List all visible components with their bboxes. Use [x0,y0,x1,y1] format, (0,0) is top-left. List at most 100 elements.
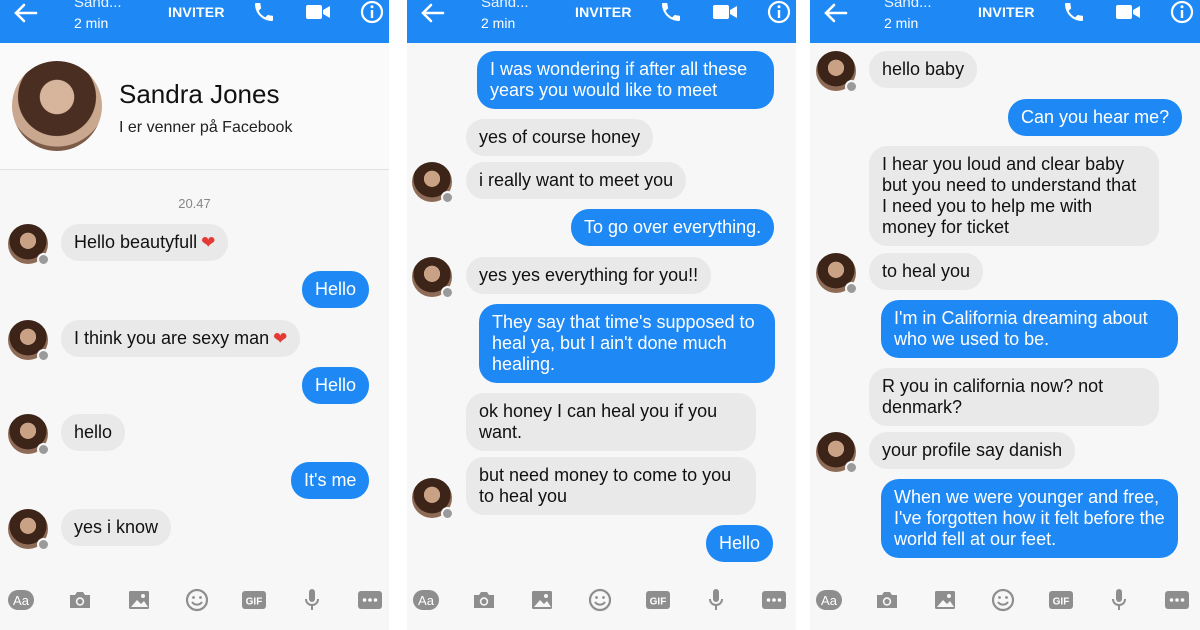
message-bubble-outgoing[interactable]: They say that time's supposed to heal ya… [479,304,775,383]
header-bar: Sand... 2 min INVITER [810,0,1200,43]
message-text: I think you are sexy man [74,328,270,348]
more-icon[interactable] [357,588,383,612]
heart-icon: ❤ [201,233,216,252]
message-bubble-incoming[interactable]: yes of course honey [466,119,654,156]
avatar[interactable] [816,51,858,93]
gif-icon[interactable]: GIF [241,588,267,612]
contact-name[interactable]: Sand... [481,0,529,11]
message-bubble-incoming[interactable]: but need money to come to you to heal yo… [466,457,756,515]
emoji-icon[interactable] [587,588,613,612]
message-bubble-outgoing[interactable]: To go over everything. [571,209,775,246]
message-bubble-incoming[interactable]: i really want to meet you [466,162,687,199]
phone-icon[interactable] [659,0,683,24]
messenger-badge-icon [37,538,50,551]
avatar[interactable] [412,162,454,204]
text-format-icon[interactable]: Aa [7,588,34,612]
contact-name[interactable]: Sand... [884,0,932,11]
microphone-icon[interactable] [299,588,325,612]
info-icon[interactable] [767,0,791,24]
avatar[interactable] [412,257,454,299]
message-bubble-outgoing[interactable]: I was wondering if after all these years… [477,51,774,109]
profile-subtitle: I er venner på Facebook [119,119,293,136]
back-arrow-icon[interactable] [12,2,38,24]
avatar[interactable] [8,224,50,266]
image-icon[interactable] [529,588,555,612]
info-icon[interactable] [1170,0,1194,24]
svg-text:GIF: GIF [246,597,263,608]
image-icon[interactable] [126,588,152,612]
message-bubble-incoming[interactable]: to heal you [869,253,984,290]
avatar[interactable] [816,253,858,295]
video-camera-icon[interactable] [1115,2,1141,22]
avatar[interactable] [816,432,858,474]
message-bubble-incoming[interactable]: your profile say danish [869,432,1076,469]
profile-name: Sandra Jones [119,79,280,109]
chat-panel-2: Sand... 2 min INVITER I was wondering if… [407,0,796,630]
video-camera-icon[interactable] [712,2,738,22]
messenger-badge-icon [37,349,50,362]
invite-button[interactable]: INVITER [575,4,632,20]
active-status: 2 min [481,15,516,31]
phone-icon[interactable] [252,0,276,24]
camera-icon[interactable] [874,588,900,612]
message-bubble-outgoing[interactable]: Hello [302,271,370,308]
message-bubble-outgoing[interactable]: When we were younger and free, I've forg… [881,479,1178,558]
message-bubble-incoming[interactable]: hello baby [869,51,978,88]
message-bubble-outgoing[interactable]: Hello [302,367,370,404]
microphone-icon[interactable] [703,588,729,612]
svg-text:Aa: Aa [13,593,30,608]
camera-icon[interactable] [471,588,497,612]
profile-photo[interactable] [12,61,102,151]
camera-icon[interactable] [67,588,93,612]
emoji-icon[interactable] [184,588,210,612]
avatar[interactable] [412,478,454,520]
message-bubble-outgoing[interactable]: I'm in California dreaming about who we … [881,300,1178,358]
message-bubble-incoming[interactable]: yes i know [61,509,172,546]
composer-toolbar: Aa GIF [810,568,1200,630]
phone-icon[interactable] [1062,0,1086,24]
contact-name[interactable]: Sand... [74,0,122,11]
back-arrow-icon[interactable] [419,2,445,24]
avatar[interactable] [8,414,50,456]
profile-card: Sandra Jones I er venner på Facebook [0,43,389,170]
emoji-icon[interactable] [990,588,1016,612]
invite-button[interactable]: INVITER [978,4,1035,20]
back-arrow-icon[interactable] [822,2,848,24]
microphone-icon[interactable] [1106,588,1132,612]
info-icon[interactable] [360,0,384,24]
avatar[interactable] [8,509,50,551]
svg-text:Aa: Aa [821,593,838,608]
invite-button[interactable]: INVITER [168,4,225,20]
svg-text:Aa: Aa [418,593,435,608]
avatar[interactable] [8,320,50,362]
svg-text:GIF: GIF [1053,597,1070,608]
more-icon[interactable] [761,588,787,612]
messenger-badge-icon [37,253,50,266]
video-camera-icon[interactable] [305,2,331,22]
message-bubble-outgoing[interactable]: Can you hear me? [1008,99,1183,136]
messenger-badge-icon [845,80,858,93]
message-bubble-incoming[interactable]: hello [61,414,126,451]
messenger-badge-icon [441,286,454,299]
image-icon[interactable] [932,588,958,612]
more-icon[interactable] [1164,588,1190,612]
gif-icon[interactable]: GIF [1048,588,1074,612]
message-bubble-outgoing[interactable]: It's me [291,462,370,499]
messenger-badge-icon [441,507,454,520]
message-bubble-incoming[interactable]: R you in california now? not denmark? [869,368,1159,426]
message-text: Hello beautyfull [74,232,198,252]
svg-text:GIF: GIF [650,597,667,608]
message-bubble-incoming[interactable]: I think you are sexy man ❤ [61,320,301,357]
chat-panel-1: Sand... 2 min INVITER Sandra Jones I er … [0,0,389,630]
text-format-icon[interactable]: Aa [412,588,439,612]
header-bar: Sand... 2 min INVITER [0,0,389,43]
gif-icon[interactable]: GIF [645,588,671,612]
messenger-badge-icon [37,443,50,456]
text-format-icon[interactable]: Aa [815,588,842,612]
message-bubble-incoming[interactable]: yes yes everything for you!! [466,257,712,294]
message-bubble-incoming[interactable]: ok honey I can heal you if you want. [466,393,756,451]
timestamp: 20.47 [178,196,211,211]
message-bubble-outgoing[interactable]: Hello [706,525,774,562]
message-bubble-incoming[interactable]: Hello beautyfull ❤ [61,224,229,261]
message-bubble-incoming[interactable]: I hear you loud and clear baby but you n… [869,146,1159,246]
